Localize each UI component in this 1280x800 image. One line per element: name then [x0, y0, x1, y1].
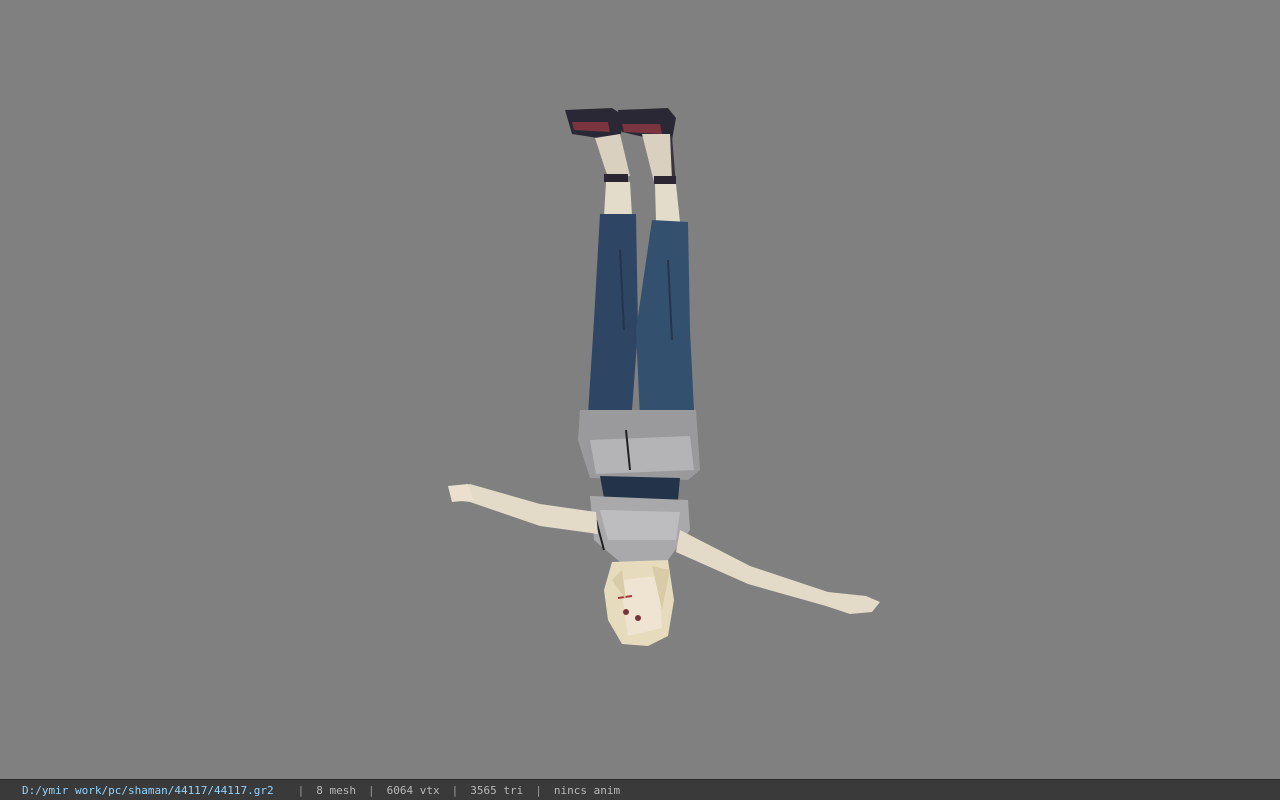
character-model[interactable]: [0, 0, 1280, 779]
animation-status-label: nincs anim: [553, 783, 621, 797]
file-path-label: D:/ymir work/pc/shaman/44117/44117.gr2: [22, 783, 274, 797]
separator: |: [368, 783, 375, 797]
separator: |: [451, 783, 459, 797]
pants: [588, 214, 694, 418]
3d-viewport[interactable]: [0, 0, 1280, 779]
separator: |: [535, 783, 542, 797]
head: [604, 560, 674, 646]
mesh-count-label: 8 mesh: [316, 783, 357, 797]
separator: |: [297, 783, 305, 797]
lower-legs-skin: [595, 134, 680, 222]
triangle-count-label: 3565 tri: [470, 783, 524, 797]
status-bar: D:/ymir work/pc/shaman/44117/44117.gr2 |…: [0, 779, 1280, 800]
vertex-count-label: 6064 vtx: [386, 783, 440, 797]
